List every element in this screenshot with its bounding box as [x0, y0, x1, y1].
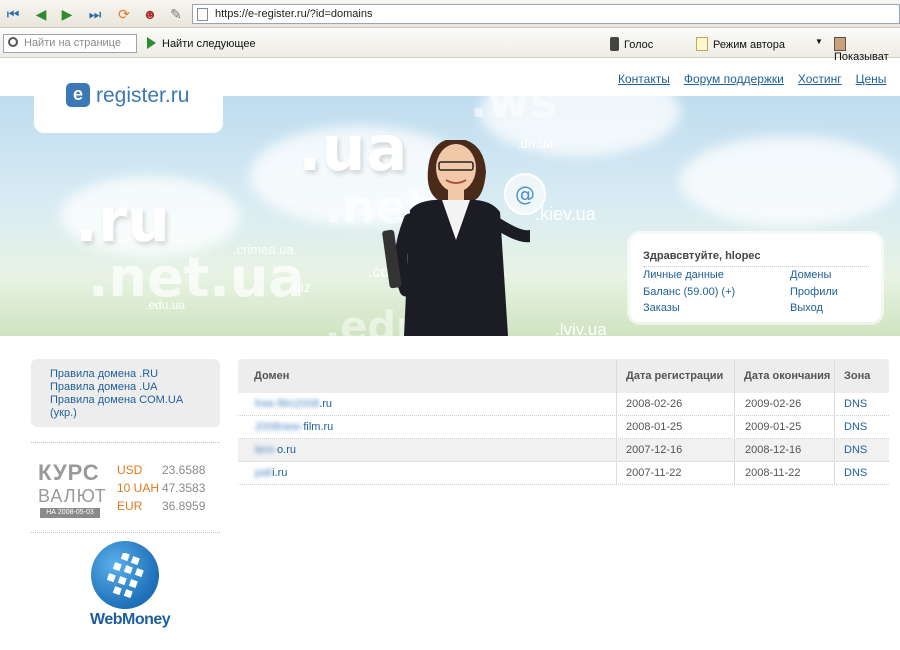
domain-link[interactable]: 2008new-film.ru	[255, 421, 333, 433]
table-row: palii.ru 2007-11-22 2008-11-22 DNS	[238, 462, 889, 485]
exp-date: 2008-12-16	[745, 444, 802, 456]
divider	[31, 442, 220, 443]
rate-currency-uah: 10 UAH	[117, 481, 160, 495]
rates-title: КУРС	[38, 460, 100, 485]
zone-dns-link[interactable]: DNS	[844, 398, 867, 410]
rate-value-uah: 47.3583	[162, 481, 206, 495]
voice-button[interactable]: Голос	[610, 37, 653, 51]
webmoney-text[interactable]: WebMoney	[90, 611, 171, 629]
rules-comua-ukr-link[interactable]: (укр.)	[50, 407, 77, 420]
find-next-button[interactable]: Найти следующее	[147, 37, 256, 50]
greeting: Здравсвтуйте, hlopec	[643, 250, 761, 262]
forward-icon[interactable]: ▶	[56, 3, 78, 25]
woman-illustration	[382, 140, 530, 336]
zone-dns-link[interactable]: DNS	[844, 421, 867, 433]
table-row: free-film2008.ru 2008-02-26 2009-02-26 D…	[238, 393, 889, 416]
author-mode-label: Режим автора	[713, 39, 785, 51]
table-row: 2008new-film.ru 2008-01-25 2009-01-25 DN…	[238, 416, 889, 439]
column-header-domain[interactable]: Домен	[254, 370, 289, 382]
nav-contacts[interactable]: Контакты	[618, 72, 670, 86]
reg-date: 2008-02-26	[626, 398, 683, 410]
banner-domain-eduua: .edu.ua	[145, 298, 186, 312]
banner-domain-biz: .biz	[289, 279, 311, 295]
account-panel: Здравсвтуйте, hlopec Личные данные Балан…	[630, 234, 881, 322]
last-page-icon[interactable]: ⏭	[84, 3, 106, 25]
back-icon[interactable]: ◀	[30, 3, 52, 25]
pen-icon[interactable]: ✎	[165, 3, 187, 25]
first-page-icon[interactable]: ⏮	[2, 3, 24, 25]
column-divider	[734, 359, 735, 485]
rate-value-usd: 23.6588	[162, 463, 206, 477]
search-icon	[8, 37, 18, 47]
rate-value-eur: 36.8959	[162, 499, 206, 513]
domain-rules-box: Правила домена .RU Правила домена .UA Пр…	[31, 359, 220, 427]
banner-domain-crimea: .crimea.ua	[233, 242, 294, 257]
voice-label: Голос	[624, 39, 654, 51]
document-icon	[696, 37, 708, 51]
address-bar[interactable]: https://e-register.ru/?id=domains	[192, 4, 900, 24]
dropdown-arrow-icon[interactable]: ▼	[815, 37, 823, 46]
zone-dns-link[interactable]: DNS	[844, 467, 867, 479]
link-orders[interactable]: Заказы	[643, 302, 680, 314]
webmoney-grid-icon	[106, 553, 144, 599]
play-icon	[147, 37, 156, 49]
page-icon	[197, 8, 208, 21]
banner-domain-lvivua: .lviv.ua	[555, 320, 607, 336]
reg-date: 2007-12-16	[626, 444, 683, 456]
link-personal-data[interactable]: Личные данные	[643, 269, 724, 281]
link-logout[interactable]: Выход	[790, 302, 823, 314]
reg-date: 2007-11-22	[626, 467, 682, 479]
domain-link[interactable]: lero-o.ru	[255, 444, 296, 456]
author-mode-button[interactable]: Режим автора	[696, 37, 785, 51]
nav-hosting[interactable]: Хостинг	[798, 72, 842, 86]
logo-text[interactable]: register.ru	[96, 84, 189, 108]
rates-subtitle: ВАЛЮТ	[38, 486, 107, 506]
nav-support-forum[interactable]: Форум поддержки	[684, 72, 784, 86]
find-input[interactable]: Найти на странице	[3, 34, 137, 53]
column-divider	[834, 359, 835, 485]
link-domains[interactable]: Домены	[790, 269, 831, 281]
nav-prices[interactable]: Цены	[856, 72, 887, 86]
find-next-label: Найти следующее	[162, 38, 256, 50]
rate-currency-eur: EUR	[117, 499, 143, 513]
zone-dns-link[interactable]: DNS	[844, 444, 867, 456]
show-button[interactable]: Показыват	[834, 37, 900, 63]
find-toolbar: Найти на странице Найти следующее Голос …	[0, 28, 900, 63]
reg-date: 2008-01-25	[626, 421, 683, 433]
table-row: lero-o.ru 2007-12-16 2008-12-16 DNS	[238, 439, 889, 462]
link-balance[interactable]: Баланс (59.00) (+)	[643, 286, 735, 298]
rate-currency-usd: USD	[117, 463, 143, 477]
domain-link[interactable]: free-film2008.ru	[255, 398, 332, 410]
column-header-exp-date[interactable]: Дата окончания	[744, 370, 830, 382]
reload-icon[interactable]: ⟳	[113, 3, 135, 25]
show-label: Показыват	[834, 51, 889, 63]
rules-ua-link[interactable]: Правила домена .UA	[50, 381, 158, 394]
picture-icon	[834, 37, 846, 51]
exp-date: 2008-11-22	[745, 467, 801, 479]
divider	[31, 532, 220, 533]
microphone-icon	[610, 37, 619, 51]
link-profiles[interactable]: Профили	[790, 286, 838, 298]
column-header-reg-date[interactable]: Дата регистрации	[626, 370, 723, 382]
rates-date: НА 2008-05-03	[40, 508, 100, 518]
exp-date: 2009-01-25	[745, 421, 802, 433]
divider	[643, 266, 869, 267]
exp-date: 2009-02-26	[745, 398, 802, 410]
browser-nav-bar: ⏮ ◀ ▶ ⏭ ⟳ ☻ ✎ https://e-register.ru/?id=…	[0, 0, 900, 28]
top-navigation: КонтактыФорум поддержкиХостингЦеныК	[618, 72, 900, 86]
domain-link[interactable]: palii.ru	[255, 467, 287, 479]
logo-icon[interactable]: e	[66, 83, 90, 107]
rules-comua-link[interactable]: Правила домена COM.UA	[50, 394, 183, 407]
column-divider	[616, 359, 617, 485]
user-icon[interactable]: ☻	[139, 3, 161, 25]
column-header-zone[interactable]: Зона	[844, 370, 870, 382]
rules-ru-link[interactable]: Правила домена .RU	[50, 368, 158, 381]
banner-domain-ws: .ws	[470, 96, 558, 128]
